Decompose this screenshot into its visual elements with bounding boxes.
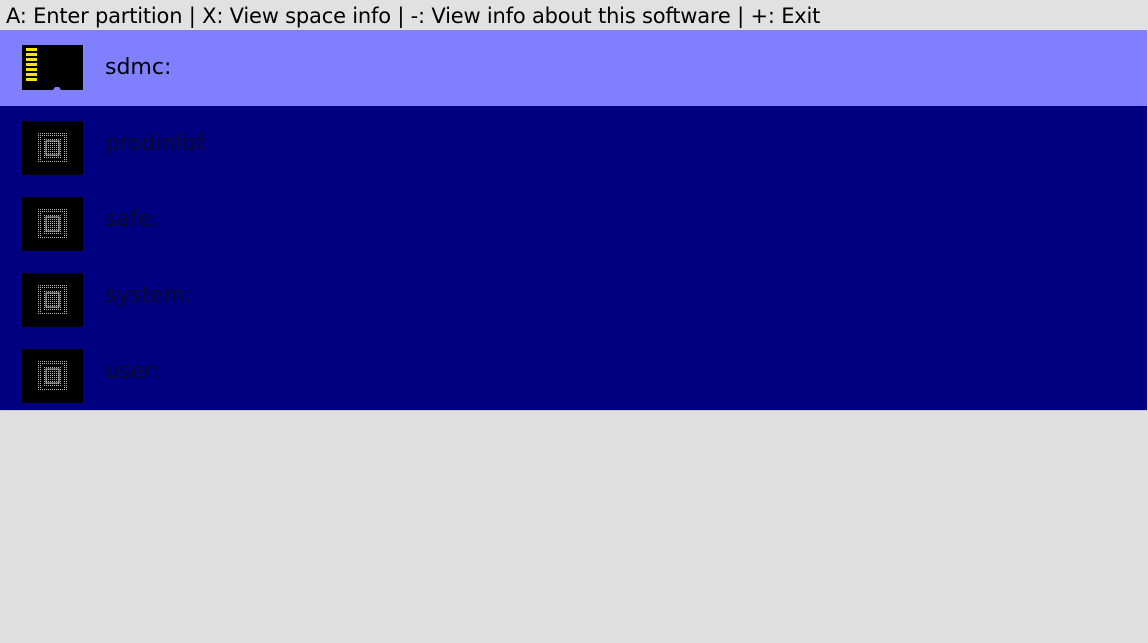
partition-label: system:: [105, 283, 192, 308]
partition-label: safe:: [105, 207, 159, 232]
sd-card-icon: [22, 45, 83, 90]
partition-item-system[interactable]: system:: [0, 258, 1147, 334]
partition-label: user:: [105, 359, 161, 384]
emmc-chip-icon: [22, 273, 83, 327]
partition-item-prodinfof[interactable]: prodinfof:: [0, 106, 1147, 182]
partition-list: sdmc: prodinfof: safe: system: user:: [0, 30, 1147, 410]
partition-item-sdmc[interactable]: sdmc:: [0, 30, 1147, 106]
emmc-chip-icon: [22, 349, 83, 403]
emmc-chip-icon: [22, 121, 83, 175]
empty-area: [0, 411, 1148, 643]
partition-label: prodinfof:: [105, 131, 211, 156]
emmc-chip-icon: [22, 197, 83, 251]
partition-item-user[interactable]: user:: [0, 334, 1147, 410]
partition-item-safe[interactable]: safe:: [0, 182, 1147, 258]
control-hints-bar: A: Enter partition | X: View space info …: [0, 0, 1148, 30]
partition-label: sdmc:: [105, 55, 172, 80]
